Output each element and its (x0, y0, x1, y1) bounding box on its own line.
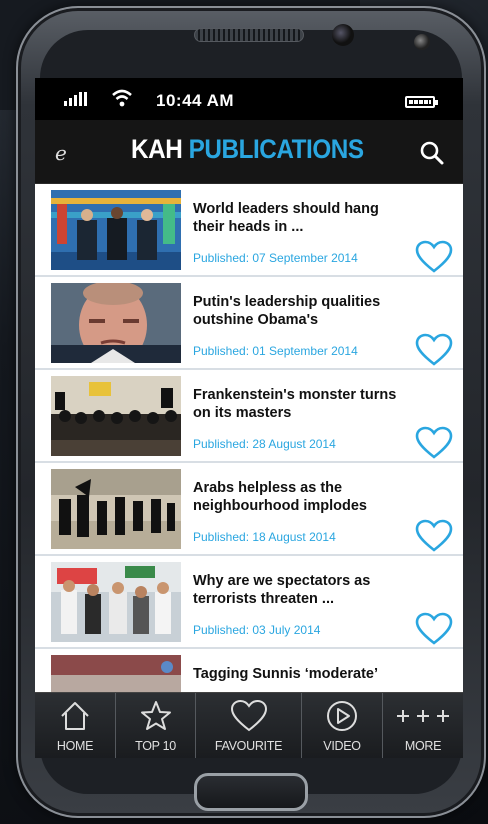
app-title-part1: KAH (131, 134, 183, 164)
nav-label: HOME (56, 739, 94, 753)
play-icon (327, 701, 357, 731)
clock: 10:44 AM (156, 91, 235, 110)
article-thumbnail (51, 376, 181, 456)
article-thumbnail (51, 283, 181, 363)
front-camera (332, 24, 354, 46)
app-title-part2: PUBLICATIONS (188, 134, 364, 164)
heart-icon[interactable] (415, 333, 453, 367)
nav-label: FAVOURITE (214, 739, 283, 753)
heart-icon[interactable] (415, 612, 453, 646)
article-title: Arabs helpless as the neighbourhood impl… (193, 480, 367, 514)
home-icon (61, 702, 89, 730)
search-icon[interactable] (419, 140, 445, 166)
article-date: Published: 28 August 2014 (193, 437, 336, 451)
article-title: Tagging Sunnis ‘moderate’ (193, 666, 379, 682)
nav-label: TOP 10 (135, 739, 176, 753)
nav-label: MORE (404, 739, 442, 753)
app-header: e KAH PUBLICATIONS (35, 120, 463, 184)
battery-icon (405, 96, 438, 108)
app-title: KAH PUBLICATIONS (131, 134, 364, 165)
nav-more[interactable]: MORE (383, 693, 463, 758)
article-item[interactable]: Arabs helpless as the neighbourhood impl… (35, 463, 463, 556)
article-title: Putin's leadership qualities outshine Ob… (193, 294, 381, 328)
article-thumbnail (51, 655, 181, 694)
article-item[interactable]: Frankenstein's monster turns on its mast… (35, 370, 463, 463)
star-icon (140, 701, 171, 730)
phone-screen: 10:44 AM e KAH PUBLICATIONS World leader… (35, 78, 463, 758)
article-date: Published: 18 August 2014 (193, 530, 336, 544)
article-date: Published: 03 July 2014 (193, 623, 321, 637)
proximity-sensor (414, 34, 430, 50)
heart-icon (230, 699, 267, 732)
heart-icon[interactable] (415, 519, 453, 553)
nav-home[interactable]: HOME (35, 693, 116, 758)
article-item[interactable]: Tagging Sunnis ‘moderate’ (35, 649, 463, 694)
article-title: World leaders should hang their heads in… (193, 201, 379, 235)
article-date: Published: 07 September 2014 (193, 251, 358, 265)
wifi-icon (112, 89, 132, 107)
article-item[interactable]: Why are we spectators as terrorists thre… (35, 556, 463, 649)
article-date: Published: 01 September 2014 (193, 344, 358, 358)
signal-icon (64, 92, 87, 106)
article-list: World leaders should hang their heads in… (35, 184, 463, 694)
bottom-nav: HOME TOP 10 FAVOURITE VIDEO MORE (35, 692, 463, 758)
nav-top10[interactable]: TOP 10 (116, 693, 196, 758)
article-item[interactable]: Putin's leadership qualities outshine Ob… (35, 277, 463, 370)
nav-label: VIDEO (323, 739, 361, 753)
heart-icon[interactable] (415, 240, 453, 274)
article-thumbnail (51, 190, 181, 270)
article-title: Frankenstein's monster turns on its mast… (193, 387, 397, 421)
earpiece-speaker (194, 28, 304, 42)
plus-icon (397, 710, 449, 722)
article-thumbnail (51, 562, 181, 642)
app-logo-icon[interactable]: e (55, 141, 69, 165)
article-thumbnail (51, 469, 181, 549)
hardware-home-button[interactable] (194, 773, 308, 811)
heart-icon[interactable] (415, 426, 453, 460)
article-item[interactable]: World leaders should hang their heads in… (35, 184, 463, 277)
nav-video[interactable]: VIDEO (302, 693, 383, 758)
article-title: Why are we spectators as terrorists thre… (193, 573, 371, 607)
status-bar: 10:44 AM (35, 78, 463, 120)
nav-favourite[interactable]: FAVOURITE (196, 693, 302, 758)
